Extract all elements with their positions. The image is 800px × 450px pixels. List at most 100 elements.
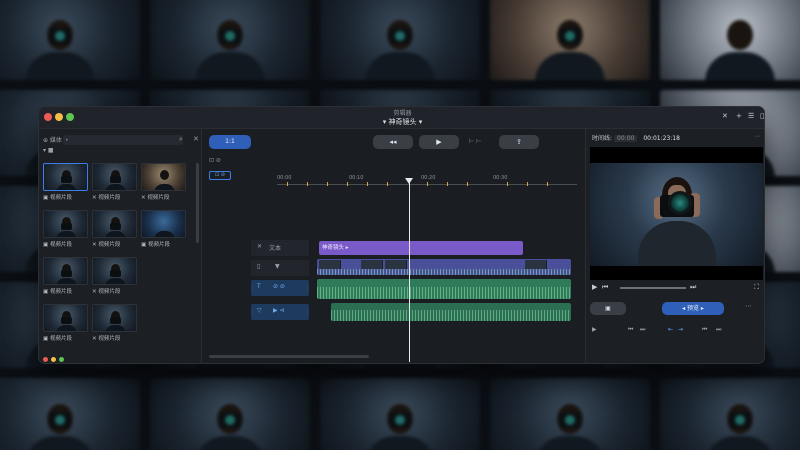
fullscreen-icon[interactable]: ⛶ xyxy=(754,283,759,292)
export-button[interactable]: ⇪ xyxy=(499,135,539,149)
viewer-toolbar: ✕ + ☰ ◫ xyxy=(586,107,764,129)
folder-toggle[interactable]: ▾ ■ xyxy=(43,147,54,154)
next-frame-icon[interactable]: ⏭ xyxy=(640,326,645,334)
media-item[interactable]: ✕ 视频片段 xyxy=(92,210,137,254)
ruler-tick xyxy=(427,182,428,186)
preview-frame-photographer xyxy=(590,163,763,266)
duration-badge: 00:00 xyxy=(614,135,638,142)
ruler-tick xyxy=(287,182,288,186)
background-photo xyxy=(150,0,310,80)
status-dot xyxy=(59,357,64,362)
skip-end-icon[interactable]: ⏭ xyxy=(716,326,721,334)
step-forward-icon[interactable]: ⏭ xyxy=(690,283,696,292)
ruler-tick xyxy=(447,182,448,186)
timeline-ruler[interactable]: 00:00 00:10 00:20 00:30 xyxy=(277,175,577,189)
list-icon[interactable]: ☰ xyxy=(748,112,754,120)
media-item[interactable]: ▣ 视频片段 xyxy=(43,304,88,348)
playhead[interactable] xyxy=(409,179,410,362)
ruler-tick xyxy=(327,182,328,186)
scrub-bar[interactable] xyxy=(620,287,686,289)
media-thumbnail[interactable] xyxy=(92,210,137,238)
preview-screen[interactable] xyxy=(590,147,763,280)
text-track-icon: ✕ xyxy=(257,243,263,250)
ruler-tick xyxy=(467,182,468,186)
mark-out-icon[interactable]: ⇥ xyxy=(678,326,683,333)
background-photo xyxy=(320,0,480,80)
media-thumbnail[interactable] xyxy=(43,163,88,191)
media-item[interactable]: ✕ 视频片段 xyxy=(92,163,137,207)
close-icon[interactable]: ✕ xyxy=(193,135,199,143)
audio-waveform xyxy=(317,287,571,299)
media-thumbnail[interactable] xyxy=(141,163,186,191)
prev-frame-icon[interactable]: ⏮ xyxy=(628,326,633,334)
ruler-tick xyxy=(307,182,308,186)
media-item[interactable]: ✕ 视频片段 xyxy=(92,257,137,301)
ruler-label: 00:20 xyxy=(421,175,436,181)
ruler-tick xyxy=(527,182,528,186)
media-thumbnail[interactable] xyxy=(92,163,137,191)
audio-clip[interactable] xyxy=(317,279,571,299)
layout-icon[interactable]: ◫ xyxy=(760,112,764,120)
tools-icon[interactable]: ✕ xyxy=(722,112,728,120)
music-waveform xyxy=(331,310,571,321)
camera-lens xyxy=(668,191,692,215)
playback-controls: ▶ ⏮ ⏭ ⛶ xyxy=(590,283,763,293)
music-clip[interactable] xyxy=(331,303,571,321)
media-thumbnail[interactable] xyxy=(92,304,137,332)
track-header-video[interactable]: ▯ ▼ xyxy=(251,260,309,276)
ruler-tick xyxy=(387,182,388,186)
rewind-button[interactable]: ◂◂ xyxy=(373,135,413,149)
track-label: ▼ xyxy=(275,263,280,270)
media-thumbnail[interactable] xyxy=(141,210,186,238)
track-label: 文本 xyxy=(269,245,282,252)
viewer-more-icon[interactable]: ⋯ xyxy=(754,133,760,140)
play-icon[interactable]: ▶ xyxy=(592,283,597,291)
step-back-icon[interactable]: ⏮ xyxy=(602,283,608,292)
timecode: 00:01:23:18 xyxy=(643,135,680,142)
media-thumbnail[interactable] xyxy=(92,257,137,285)
link-toggle[interactable]: ⊡ ⊘ xyxy=(209,171,231,180)
more-options-icon[interactable]: ⋯ xyxy=(745,302,752,310)
title-clip[interactable]: 神奇镜头 ▸ xyxy=(319,241,523,255)
play-button[interactable]: ▶ xyxy=(419,135,459,149)
media-item[interactable]: ✕ 视频片段 xyxy=(92,304,137,348)
media-item[interactable]: ▣ 视频片段 xyxy=(43,210,88,254)
ruler-tick xyxy=(347,182,348,186)
media-section-label[interactable]: ⊕ 媒体 xyxy=(43,135,62,144)
background-photo xyxy=(490,378,650,450)
aspect-ratio-button[interactable]: 1:1 xyxy=(209,135,251,149)
timeline-scrollbar[interactable] xyxy=(209,355,369,358)
search-icon[interactable]: ⌕ xyxy=(179,135,183,144)
media-search-input[interactable]: ▸ xyxy=(63,135,183,145)
timeline-tools[interactable]: ⊡ ⊘ xyxy=(209,157,221,164)
background-photo xyxy=(320,378,480,450)
track-header-text[interactable]: ✕ 文本 xyxy=(251,240,309,256)
video-waveform xyxy=(317,268,571,275)
play-icon[interactable]: ▶ xyxy=(592,326,597,333)
media-item[interactable]: ▣ 视频片段 xyxy=(141,210,186,254)
media-item[interactable]: ▣ 视频片段 xyxy=(43,163,88,207)
status-dot xyxy=(43,357,48,362)
background-photo xyxy=(490,0,650,80)
media-label: ▣ 视频片段 xyxy=(43,289,72,295)
ruler-tick xyxy=(507,182,508,186)
media-thumbnail[interactable] xyxy=(43,210,88,238)
snap-toggle[interactable]: ⊢ ⊢ xyxy=(469,138,481,145)
media-grid: ▣ 视频片段 ✕ 视频片段 ✕ 视频片段 ▣ 视频片段 ✕ 视频片段 ▣ 视频片… xyxy=(43,163,193,348)
media-thumbnail[interactable] xyxy=(43,257,88,285)
snapshot-button[interactable]: ▣ xyxy=(590,302,626,315)
track-label: ⊘ ⊘ xyxy=(273,283,285,290)
skip-start-icon[interactable]: ⏮ xyxy=(702,326,707,334)
media-thumbnail[interactable] xyxy=(43,304,88,332)
media-label: ✕ 视频片段 xyxy=(92,289,121,295)
track-header-music[interactable]: ▽ ▶ ⊲ xyxy=(251,304,309,320)
track-header-audio[interactable]: T ⊘ ⊘ xyxy=(251,280,309,296)
add-icon[interactable]: + xyxy=(736,112,742,120)
video-clip[interactable] xyxy=(317,259,571,275)
sidebar-scrollbar[interactable] xyxy=(196,163,199,243)
audio-track-icon: T xyxy=(257,283,261,290)
media-item[interactable]: ✕ 视频片段 xyxy=(141,163,186,207)
preview-button[interactable]: ◂ 预览 ▸ xyxy=(662,302,724,315)
mark-in-icon[interactable]: ⇤ xyxy=(668,326,673,333)
media-item[interactable]: ▣ 视频片段 xyxy=(43,257,88,301)
